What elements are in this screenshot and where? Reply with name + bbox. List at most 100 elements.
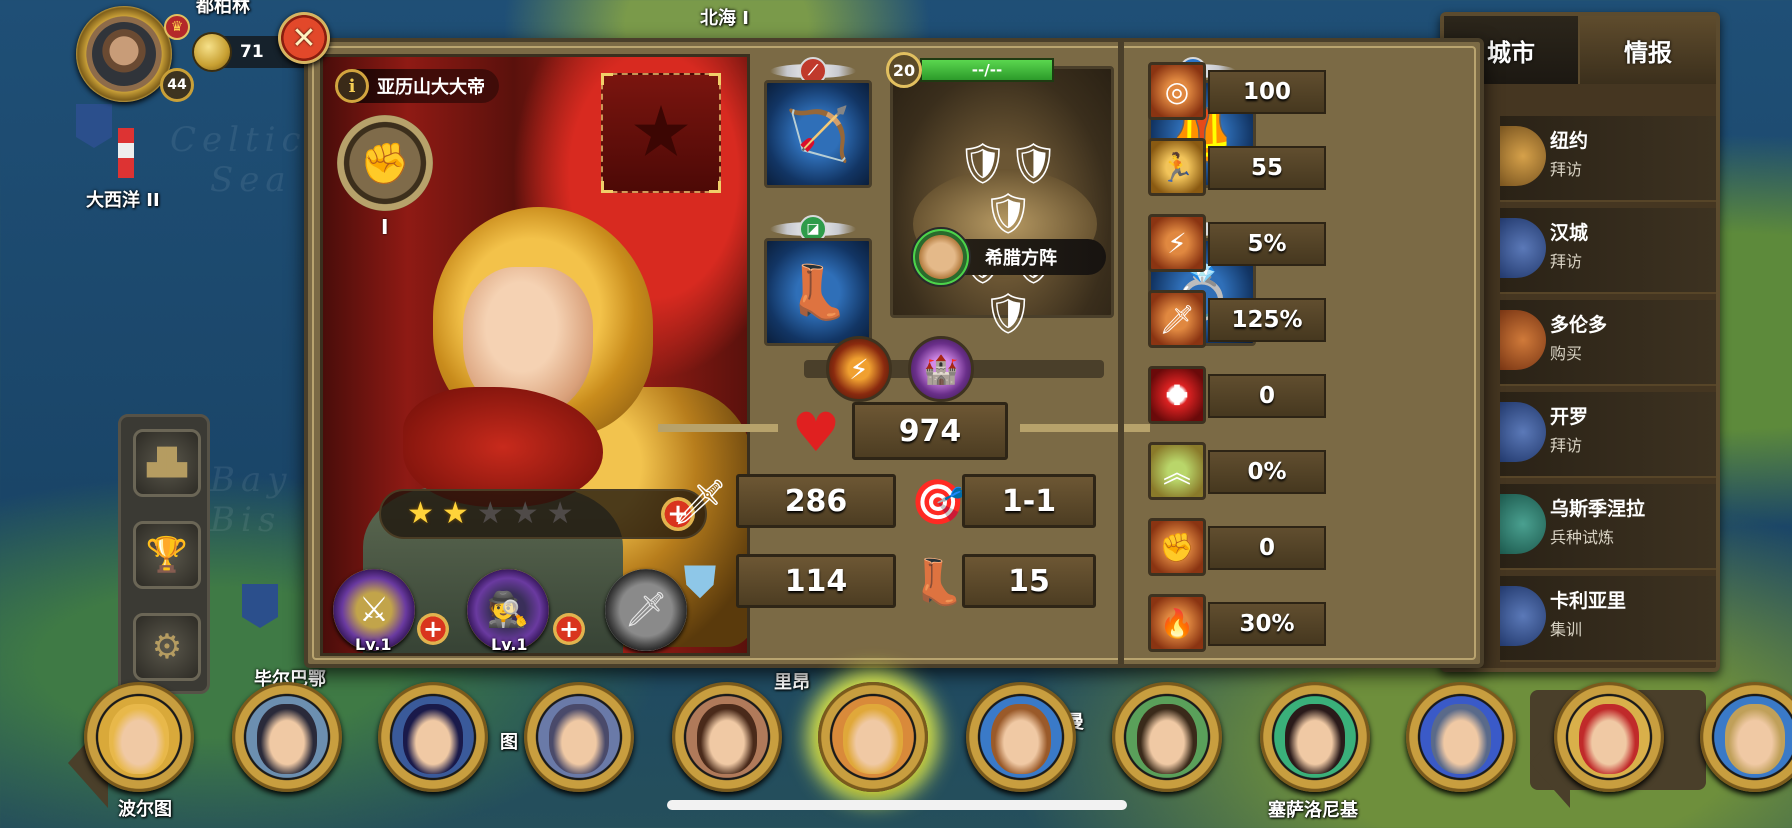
city-emblem-icon	[1500, 126, 1546, 186]
heart-icon: ♥	[791, 400, 841, 464]
bond-button[interactable]: ✊	[337, 115, 433, 211]
map-label-dublin: 都柏林	[196, 0, 250, 17]
hero-avatar[interactable]	[232, 682, 342, 792]
hero-avatar[interactable]	[966, 682, 1076, 792]
move-value-box: 15	[962, 554, 1096, 608]
player-avatar[interactable]	[76, 6, 172, 102]
map-crown-flag-icon[interactable]	[242, 584, 278, 628]
achievements-button[interactable]: 🏆	[133, 521, 201, 589]
troop-hp-text: --/--	[971, 61, 1003, 79]
star-empty-icon: ★	[476, 496, 504, 531]
handshake-icon: ✊	[360, 140, 410, 187]
corner-mark	[601, 73, 613, 85]
info-icon[interactable]: i	[335, 69, 369, 103]
equip-slot-boots[interactable]: 👢	[764, 238, 872, 346]
city-emblem-icon	[1500, 218, 1546, 278]
lighthouse-icon[interactable]	[118, 128, 134, 178]
hero-avatar[interactable]	[84, 682, 194, 792]
range-target-icon: 🎯	[910, 477, 966, 528]
dodge-icon: 🏃	[1148, 138, 1206, 196]
attribute-value: 0	[1208, 526, 1326, 570]
troop-level: 20	[892, 60, 916, 80]
skill-2-level: Lv.1	[491, 635, 528, 654]
city-row[interactable]: 多伦多 购买	[1500, 300, 1716, 386]
gear-icon: ⚙	[151, 627, 183, 667]
equip-slot-weapon[interactable]: 🏹	[764, 80, 872, 188]
hp-value: 974	[898, 413, 962, 449]
hero-avatar[interactable]	[1112, 682, 1222, 792]
city-action: 兵种试炼	[1550, 528, 1615, 547]
fire-gem-icon: ⚡	[849, 352, 869, 386]
side-menu: ▟▙ 🏆 ⚙	[118, 414, 210, 694]
hero-avatar[interactable]	[1700, 682, 1792, 792]
city-name: 汉城	[1550, 222, 1589, 244]
close-button[interactable]: ✕	[278, 12, 330, 64]
gem-slot-2[interactable]: 🏰	[908, 336, 974, 402]
city-emblem-icon	[1500, 310, 1546, 370]
tab-intel[interactable]: 情报	[1580, 16, 1716, 84]
spy-skill-icon: 🕵	[486, 590, 530, 630]
defense-value-box: 114	[736, 554, 896, 608]
attribute-row: 🔥 30%	[1148, 594, 1328, 654]
troop-hp-bar: --/--	[920, 58, 1054, 82]
city-name: 开罗	[1550, 406, 1589, 428]
city-row[interactable]: 纽约 拜访	[1500, 116, 1716, 202]
map-crown-flag-icon[interactable]	[76, 104, 112, 148]
fist-icon: ✊	[1148, 518, 1206, 576]
attribute-value: 55	[1208, 146, 1326, 190]
close-icon: ✕	[291, 20, 317, 56]
podium-icon: ▟▙	[147, 448, 187, 478]
settings-button[interactable]: ⚙	[133, 613, 201, 681]
empty-banner-icon	[634, 105, 688, 156]
player-level-badge: 44	[160, 68, 194, 102]
attribute-value: 125%	[1208, 298, 1326, 342]
leaderboard-button[interactable]: ▟▙	[133, 429, 201, 497]
home-indicator[interactable]	[667, 800, 1127, 810]
phalanx-skill-icon: ⚔	[358, 590, 390, 630]
troop-display[interactable]: 🛡🛡🛡🛡🛡🛡 希腊方阵	[890, 66, 1114, 337]
gem-slot-1[interactable]: ⚡	[826, 336, 892, 402]
crossbow-icon: 🏹	[785, 104, 851, 165]
skill-1-level: Lv.1	[355, 635, 392, 654]
hero-avatar[interactable]	[672, 682, 782, 792]
hero-avatar-selected[interactable]	[818, 682, 928, 792]
star-empty-icon: ★	[511, 496, 539, 531]
hero-avatar[interactable]	[524, 682, 634, 792]
hp-value-box: 974	[852, 402, 1008, 460]
range-value: 1-1	[1001, 483, 1057, 519]
boot-move-icon: 👢	[910, 557, 966, 608]
city-name: 多伦多	[1550, 314, 1608, 336]
move-value: 15	[1008, 563, 1050, 599]
crit-damage-icon: 🗡	[1148, 290, 1206, 348]
target-icon: ◎	[1148, 62, 1206, 120]
range-value-box: 1-1	[962, 474, 1096, 528]
player-level: 44	[167, 77, 187, 93]
map-label-north-sea: 北海 I	[700, 8, 749, 29]
trophy-icon: 🏆	[145, 535, 189, 575]
city-emblem-icon	[1500, 402, 1546, 462]
city-row[interactable]: 开罗 拜访	[1500, 392, 1716, 478]
attribute-value: 100	[1208, 70, 1326, 114]
hero-avatar[interactable]	[1554, 682, 1664, 792]
city-action: 购买	[1550, 344, 1583, 363]
skill-1-upgrade-button[interactable]: +	[417, 613, 449, 645]
city-row[interactable]: 卡利亚里 集训	[1500, 576, 1716, 662]
hero-avatar[interactable]	[1406, 682, 1516, 792]
hp-ornament-left	[658, 424, 778, 432]
player-portrait	[92, 22, 156, 86]
defense-value: 114	[784, 563, 848, 599]
troop-name: 希腊方阵	[985, 248, 1057, 269]
corner-mark	[601, 181, 613, 193]
city-row[interactable]: 汉城 拜访	[1500, 208, 1716, 294]
crown-icon: ♛	[164, 14, 190, 40]
banner-slot[interactable]	[601, 73, 721, 193]
bond-level: I	[381, 215, 389, 239]
hero-avatar[interactable]	[378, 682, 488, 792]
attribute-row: ⚡ 5%	[1148, 214, 1328, 274]
phalanx-soldiers-icon: 🛡🛡🛡🛡🛡🛡	[957, 141, 1059, 337]
skill-2-upgrade-button[interactable]: +	[553, 613, 585, 645]
attribute-row: ◎ 100	[1148, 62, 1328, 122]
hero-avatar[interactable]	[1260, 682, 1370, 792]
city-row[interactable]: 乌斯季涅拉 兵种试炼	[1500, 484, 1716, 570]
rank-up-icon: ︽	[1148, 442, 1206, 500]
